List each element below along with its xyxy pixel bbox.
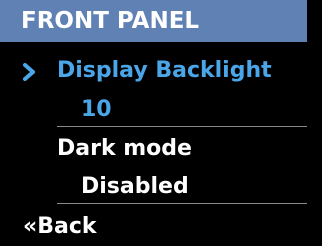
back-button[interactable]: «Back: [23, 212, 97, 242]
menu-item-value: Disabled: [81, 174, 189, 199]
menu-item-label: Dark mode: [57, 136, 192, 161]
front-panel-screen: FRONT PANEL Display Backlight 10 Dark mo…: [0, 0, 322, 246]
divider: [57, 126, 307, 127]
header-bar: FRONT PANEL: [0, 0, 307, 42]
divider: [57, 203, 307, 204]
menu-item-label: Display Backlight: [57, 58, 272, 83]
chevron-right-icon: [23, 63, 35, 81]
menu-item-value: 10: [81, 97, 112, 122]
page-title: FRONT PANEL: [21, 8, 200, 34]
